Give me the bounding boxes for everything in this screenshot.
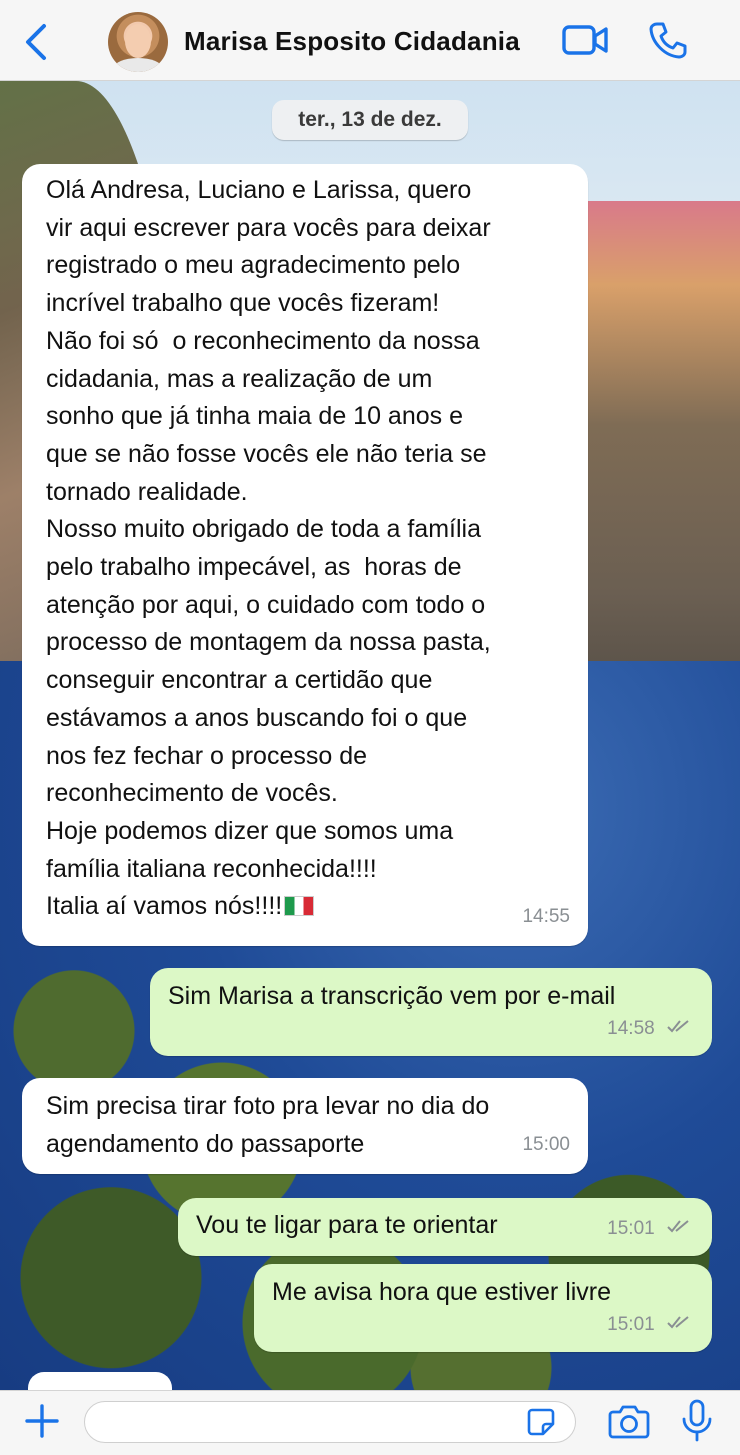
read-receipt-icon [667,1020,689,1033]
message-outgoing-3[interactable]: Me avisa hora que estiver livre 15:01 [254,1264,712,1352]
message-meta: 15:01 [607,1210,692,1248]
date-separator: ter., 13 de dez. [272,100,468,140]
message-time: 15:01 [607,1218,655,1240]
message-time: 15:00 [522,1134,570,1156]
message-meta: 14:58 [607,1010,692,1048]
message-outgoing-1[interactable]: Sim Marisa a transcrição vem por e-mail … [150,968,712,1056]
phone-call-icon[interactable] [648,20,688,60]
message-time: 15:01 [607,1314,655,1336]
composer-bar [0,1390,740,1455]
plus-icon[interactable] [24,1403,60,1439]
message-incoming-1[interactable]: Olá Andresa, Luciano e Larissa, quero vi… [22,164,588,946]
message-input[interactable] [84,1401,576,1443]
message-meta: 15:01 [607,1306,692,1344]
sticker-icon[interactable] [526,1407,556,1437]
message-text: Vou te ligar para te orientar [196,1211,498,1239]
microphone-icon[interactable] [680,1399,714,1443]
message-outgoing-2[interactable]: Vou te ligar para te orientar 15:01 [178,1198,712,1256]
message-time: 14:55 [522,906,570,928]
video-call-icon[interactable] [562,22,608,58]
italy-flag-emoji [284,896,315,917]
read-receipt-icon [667,1316,689,1329]
back-chevron-icon[interactable] [18,20,54,64]
contact-avatar[interactable] [108,12,168,72]
contact-name[interactable]: Marisa Esposito Cidadania [184,26,520,57]
message-incoming-2[interactable]: Sim precisa tirar foto pra levar no dia … [22,1078,588,1174]
camera-icon[interactable] [608,1403,650,1439]
read-receipt-icon [667,1220,689,1233]
message-text: Sim Marisa a transcrição vem por e-mail [168,982,616,1010]
message-text: Olá Andresa, Luciano e Larissa, quero vi… [46,176,491,921]
message-text: Sim precisa tirar foto pra levar no dia … [46,1092,490,1158]
message-time: 14:58 [607,1018,655,1040]
chat-header: Marisa Esposito Cidadania [0,0,740,81]
message-text: Me avisa hora que estiver livre [272,1278,612,1306]
